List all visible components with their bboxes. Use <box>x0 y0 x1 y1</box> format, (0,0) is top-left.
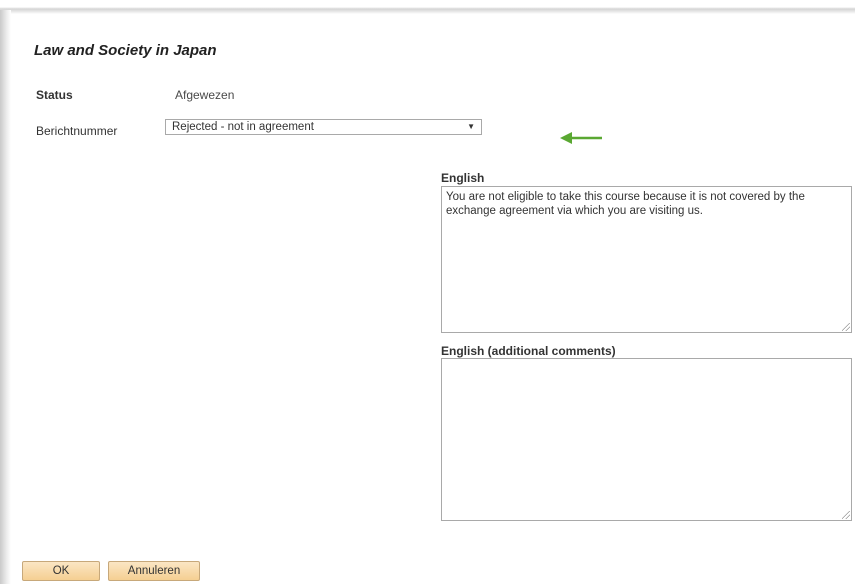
resize-grip-icon[interactable] <box>842 323 850 331</box>
dialog-title: Law and Society in Japan <box>34 42 217 59</box>
left-arrow-icon <box>560 132 602 144</box>
berichtnummer-label: Berichtnummer <box>36 124 118 138</box>
additional-comments-textarea[interactable] <box>441 358 852 521</box>
english-text: You are not eligible to take this course… <box>446 191 805 217</box>
resize-grip-icon[interactable] <box>842 511 850 519</box>
ok-button[interactable]: OK <box>22 561 100 581</box>
dropdown-arrow-icon[interactable]: ▼ <box>467 120 475 134</box>
english-textarea[interactable]: You are not eligible to take this course… <box>441 186 852 333</box>
berichtnummer-selected-value: Rejected - not in agreement <box>172 121 314 133</box>
cancel-button[interactable]: Annuleren <box>108 561 200 581</box>
window-shadow-top <box>0 0 855 14</box>
status-value: Afgewezen <box>175 88 235 102</box>
english-label: English <box>441 171 485 185</box>
additional-comments-label: English (additional comments) <box>441 344 616 358</box>
status-label: Status <box>36 88 73 102</box>
window-shadow-left <box>0 10 11 584</box>
berichtnummer-select[interactable]: Rejected - not in agreement ▼ <box>165 119 482 135</box>
